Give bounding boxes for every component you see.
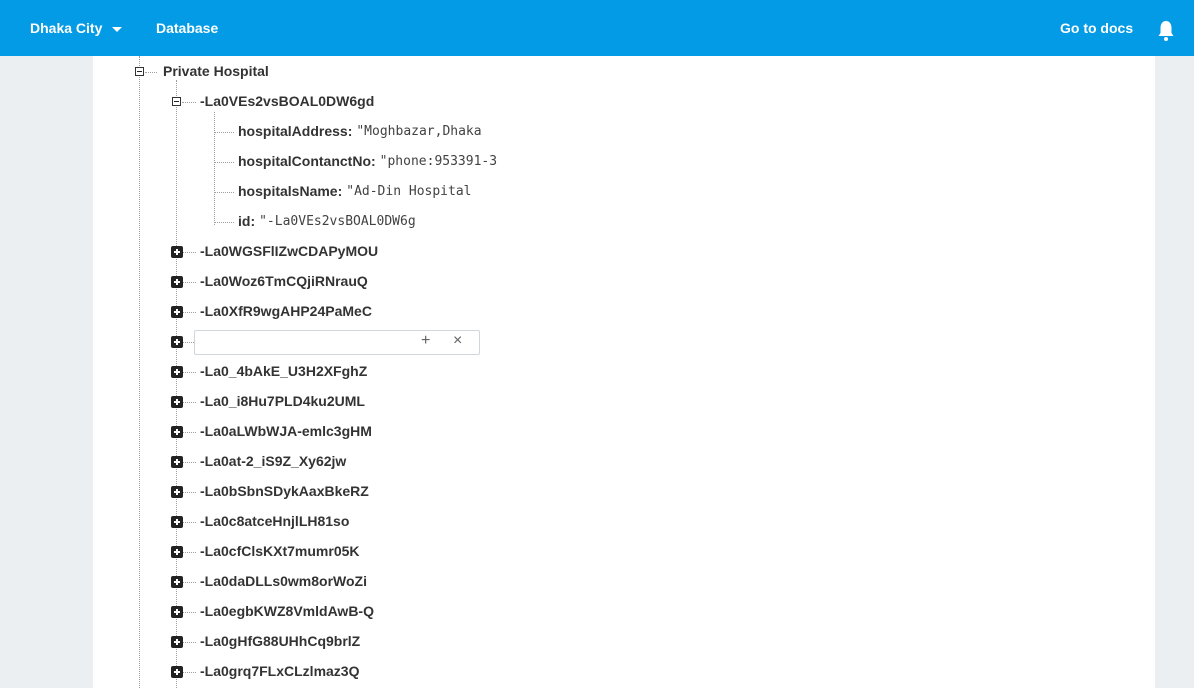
tree-node-key[interactable]: -La0grq7FLxCLzlmaz3Q [200,663,359,679]
tree-node-key[interactable]: -La0XfR9wgAHP24PaMeC [200,303,372,319]
tree-guide-line [183,522,196,523]
field-key: hospitalAddress: [238,123,353,139]
tree-node-key[interactable]: -La0_i8Hu7PLD4ku2UML [200,393,365,409]
expand-toggle[interactable] [171,546,183,558]
data-tree: Private Hospital -La0VEs2vsBOAL0DW6gd hosp… [93,56,1155,688]
expand-toggle[interactable] [171,306,183,318]
bell-icon[interactable] [1157,20,1175,42]
tree-guide-line [183,582,196,583]
expand-toggle[interactable] [171,666,183,678]
tree-node-key[interactable]: -La0at-2_iS9Z_Xy62jw [200,453,346,469]
caret-down-icon [112,26,123,32]
tree-guide-line [176,80,177,688]
field-value[interactable]: "phone:953391-3 [380,154,497,169]
tree-guide-line [183,672,196,673]
expand-toggle[interactable] [171,456,183,468]
node-hover-toolbar: + × [194,330,480,355]
collapse-toggle[interactable] [135,67,144,76]
tree-guide-line [183,612,196,613]
collapse-toggle[interactable] [172,97,181,106]
tree-guide-line [183,312,196,313]
tree-guide-line [183,372,196,373]
tree-guide-line [183,402,196,403]
tree-guide-line [183,642,196,643]
field-key: hospitalContanctNo: [238,153,376,169]
tree-node-key[interactable]: -La0bSbnSDykAaxBkeRZ [200,483,369,499]
page-title: Database [156,20,219,36]
go-to-docs-link[interactable]: Go to docs [1060,20,1133,36]
field-value[interactable]: "-La0VEs2vsBOAL0DW6g [259,214,416,229]
tree-guide-line [214,222,234,223]
field-row[interactable]: id: "-La0VEs2vsBOAL0DW6g [238,213,416,229]
tree-guide-line [183,432,196,433]
field-row[interactable]: hospitalContanctNo: "phone:953391-3 [238,153,497,169]
tree-node-key[interactable]: -La0c8atceHnjlLH81so [200,513,349,529]
expand-toggle[interactable] [171,396,183,408]
tree-guide-line [183,462,196,463]
tree-guide-line [183,252,196,253]
expand-toggle[interactable] [171,426,183,438]
field-key: hospitalsName: [238,183,343,199]
tree-guide-line [183,492,196,493]
expand-toggle[interactable] [171,336,183,348]
expand-toggle[interactable] [171,576,183,588]
expand-toggle[interactable] [171,276,183,288]
tree-guide-line [145,72,157,73]
tree-guide-line [214,132,234,133]
field-value[interactable]: "Moghbazar,Dhaka [356,124,481,139]
tree-guide-line [139,56,140,688]
tree-node-key[interactable]: -La0cfClsKXt7mumr05K [200,543,360,559]
tree-guide-line [214,112,215,225]
tree-guide-line [183,552,196,553]
tree-node-key[interactable]: -La0aLWbWJA-emlc3gHM [200,423,372,439]
project-name: Dhaka City [30,20,103,36]
top-bar: Dhaka City Database Go to docs [0,0,1194,56]
tree-node-key[interactable]: -La0WGSFlIZwCDAPyMOU [200,243,378,259]
field-row[interactable]: hospitalAddress: "Moghbazar,Dhaka [238,123,482,139]
tree-node-key[interactable]: -La0daDLLs0wm8orWoZi [200,573,367,589]
field-key: id: [238,213,256,229]
add-child-button[interactable]: + [421,332,430,350]
tree-guide-line [183,282,196,283]
tree-guide-line [214,192,234,193]
delete-node-button[interactable]: × [453,332,462,350]
tree-guide-line [182,102,196,103]
expand-toggle[interactable] [171,486,183,498]
expand-toggle[interactable] [171,246,183,258]
tree-node-key[interactable]: -La0egbKWZ8VmldAwB-Q [200,603,374,619]
expand-toggle[interactable] [171,366,183,378]
field-row[interactable]: hospitalsName: "Ad-Din Hospital [238,183,471,199]
expand-toggle[interactable] [171,606,183,618]
tree-node-key[interactable]: -La0_4bAkE_U3H2XFghZ [200,363,367,379]
expand-toggle[interactable] [171,516,183,528]
tree-node-key[interactable]: -La0VEs2vsBOAL0DW6gd [200,93,374,109]
field-value[interactable]: "Ad-Din Hospital [346,184,471,199]
database-panel: Private Hospital -La0VEs2vsBOAL0DW6gd hosp… [93,56,1155,688]
project-selector[interactable]: Dhaka City [30,20,123,36]
expand-toggle[interactable] [171,636,183,648]
tree-node-label[interactable]: Private Hospital [163,63,269,79]
tree-node-key[interactable]: -La0Woz6TmCQjiRNrauQ [200,273,368,289]
tree-node-key[interactable]: -La0gHfG88UHhCq9brlZ [200,633,360,649]
tree-guide-line [214,162,234,163]
